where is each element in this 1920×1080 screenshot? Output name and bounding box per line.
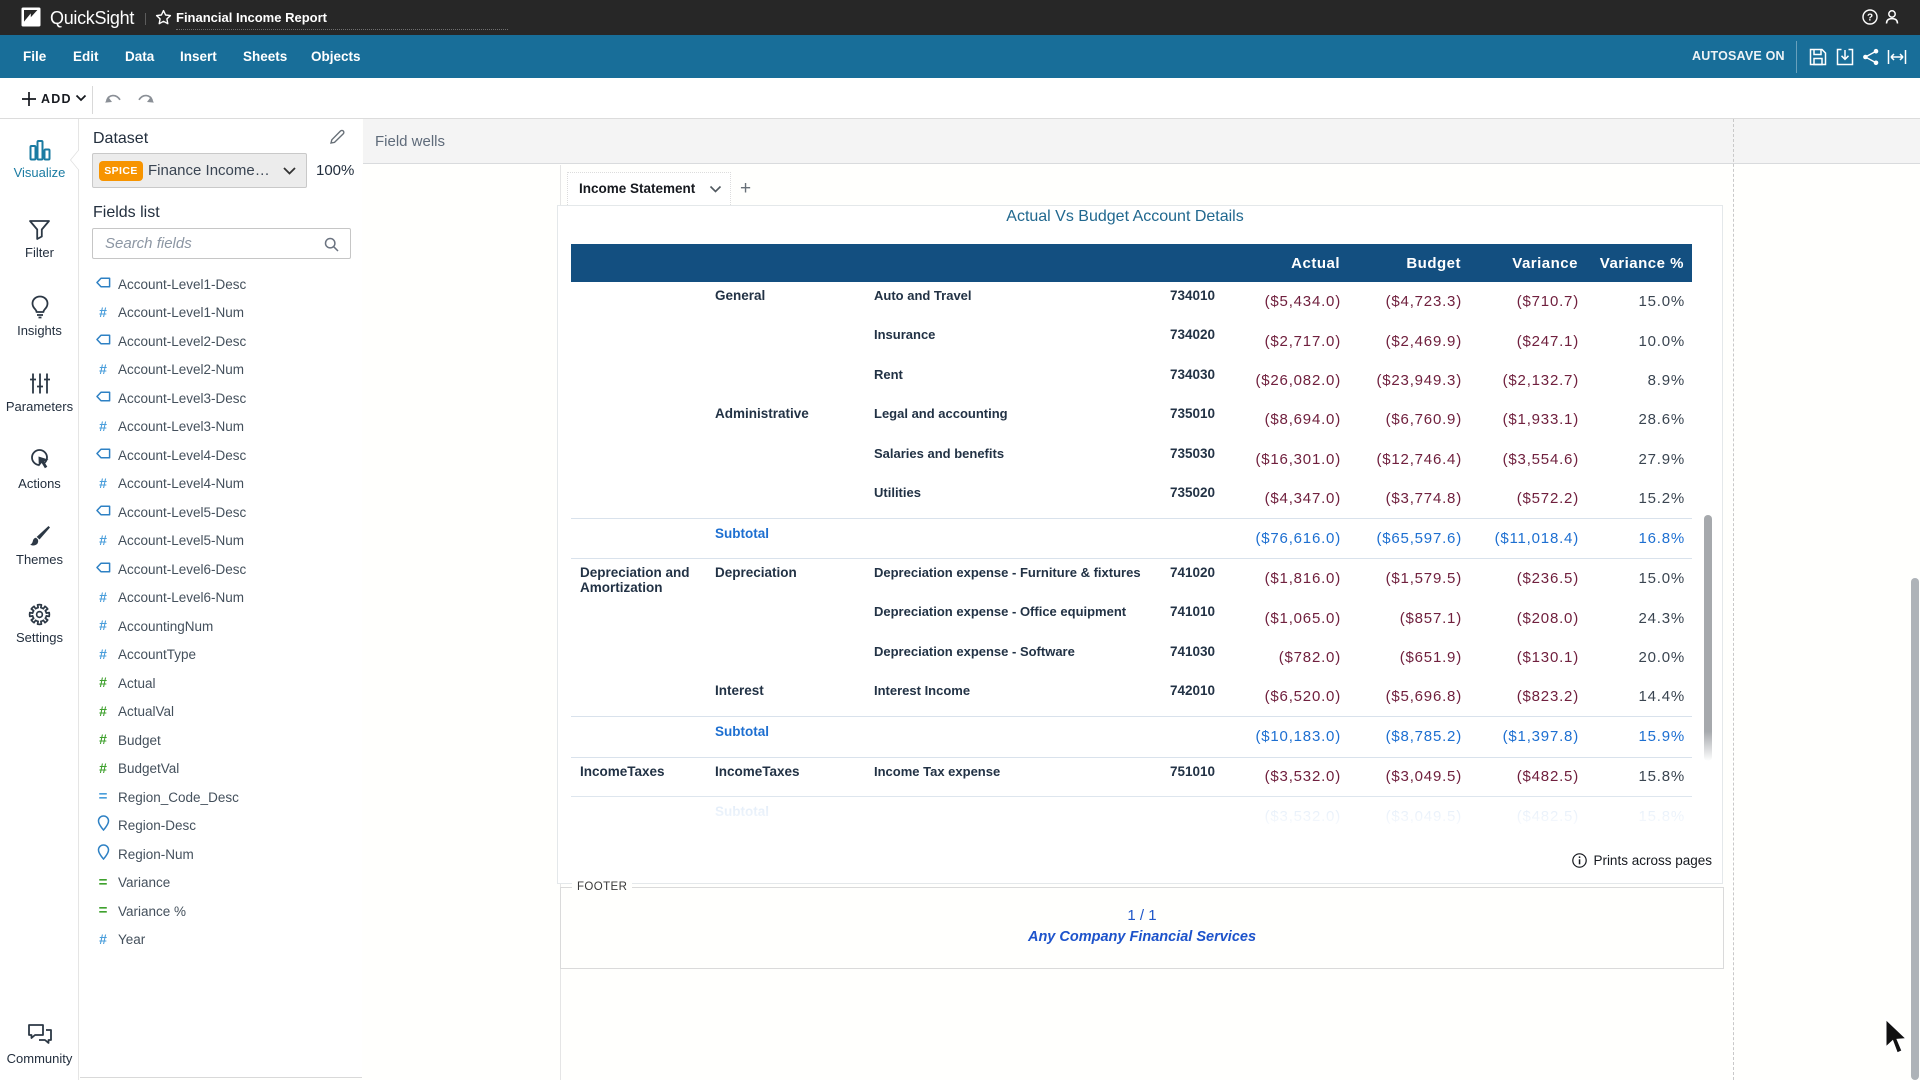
svg-text:?: ? [1867, 13, 1873, 24]
